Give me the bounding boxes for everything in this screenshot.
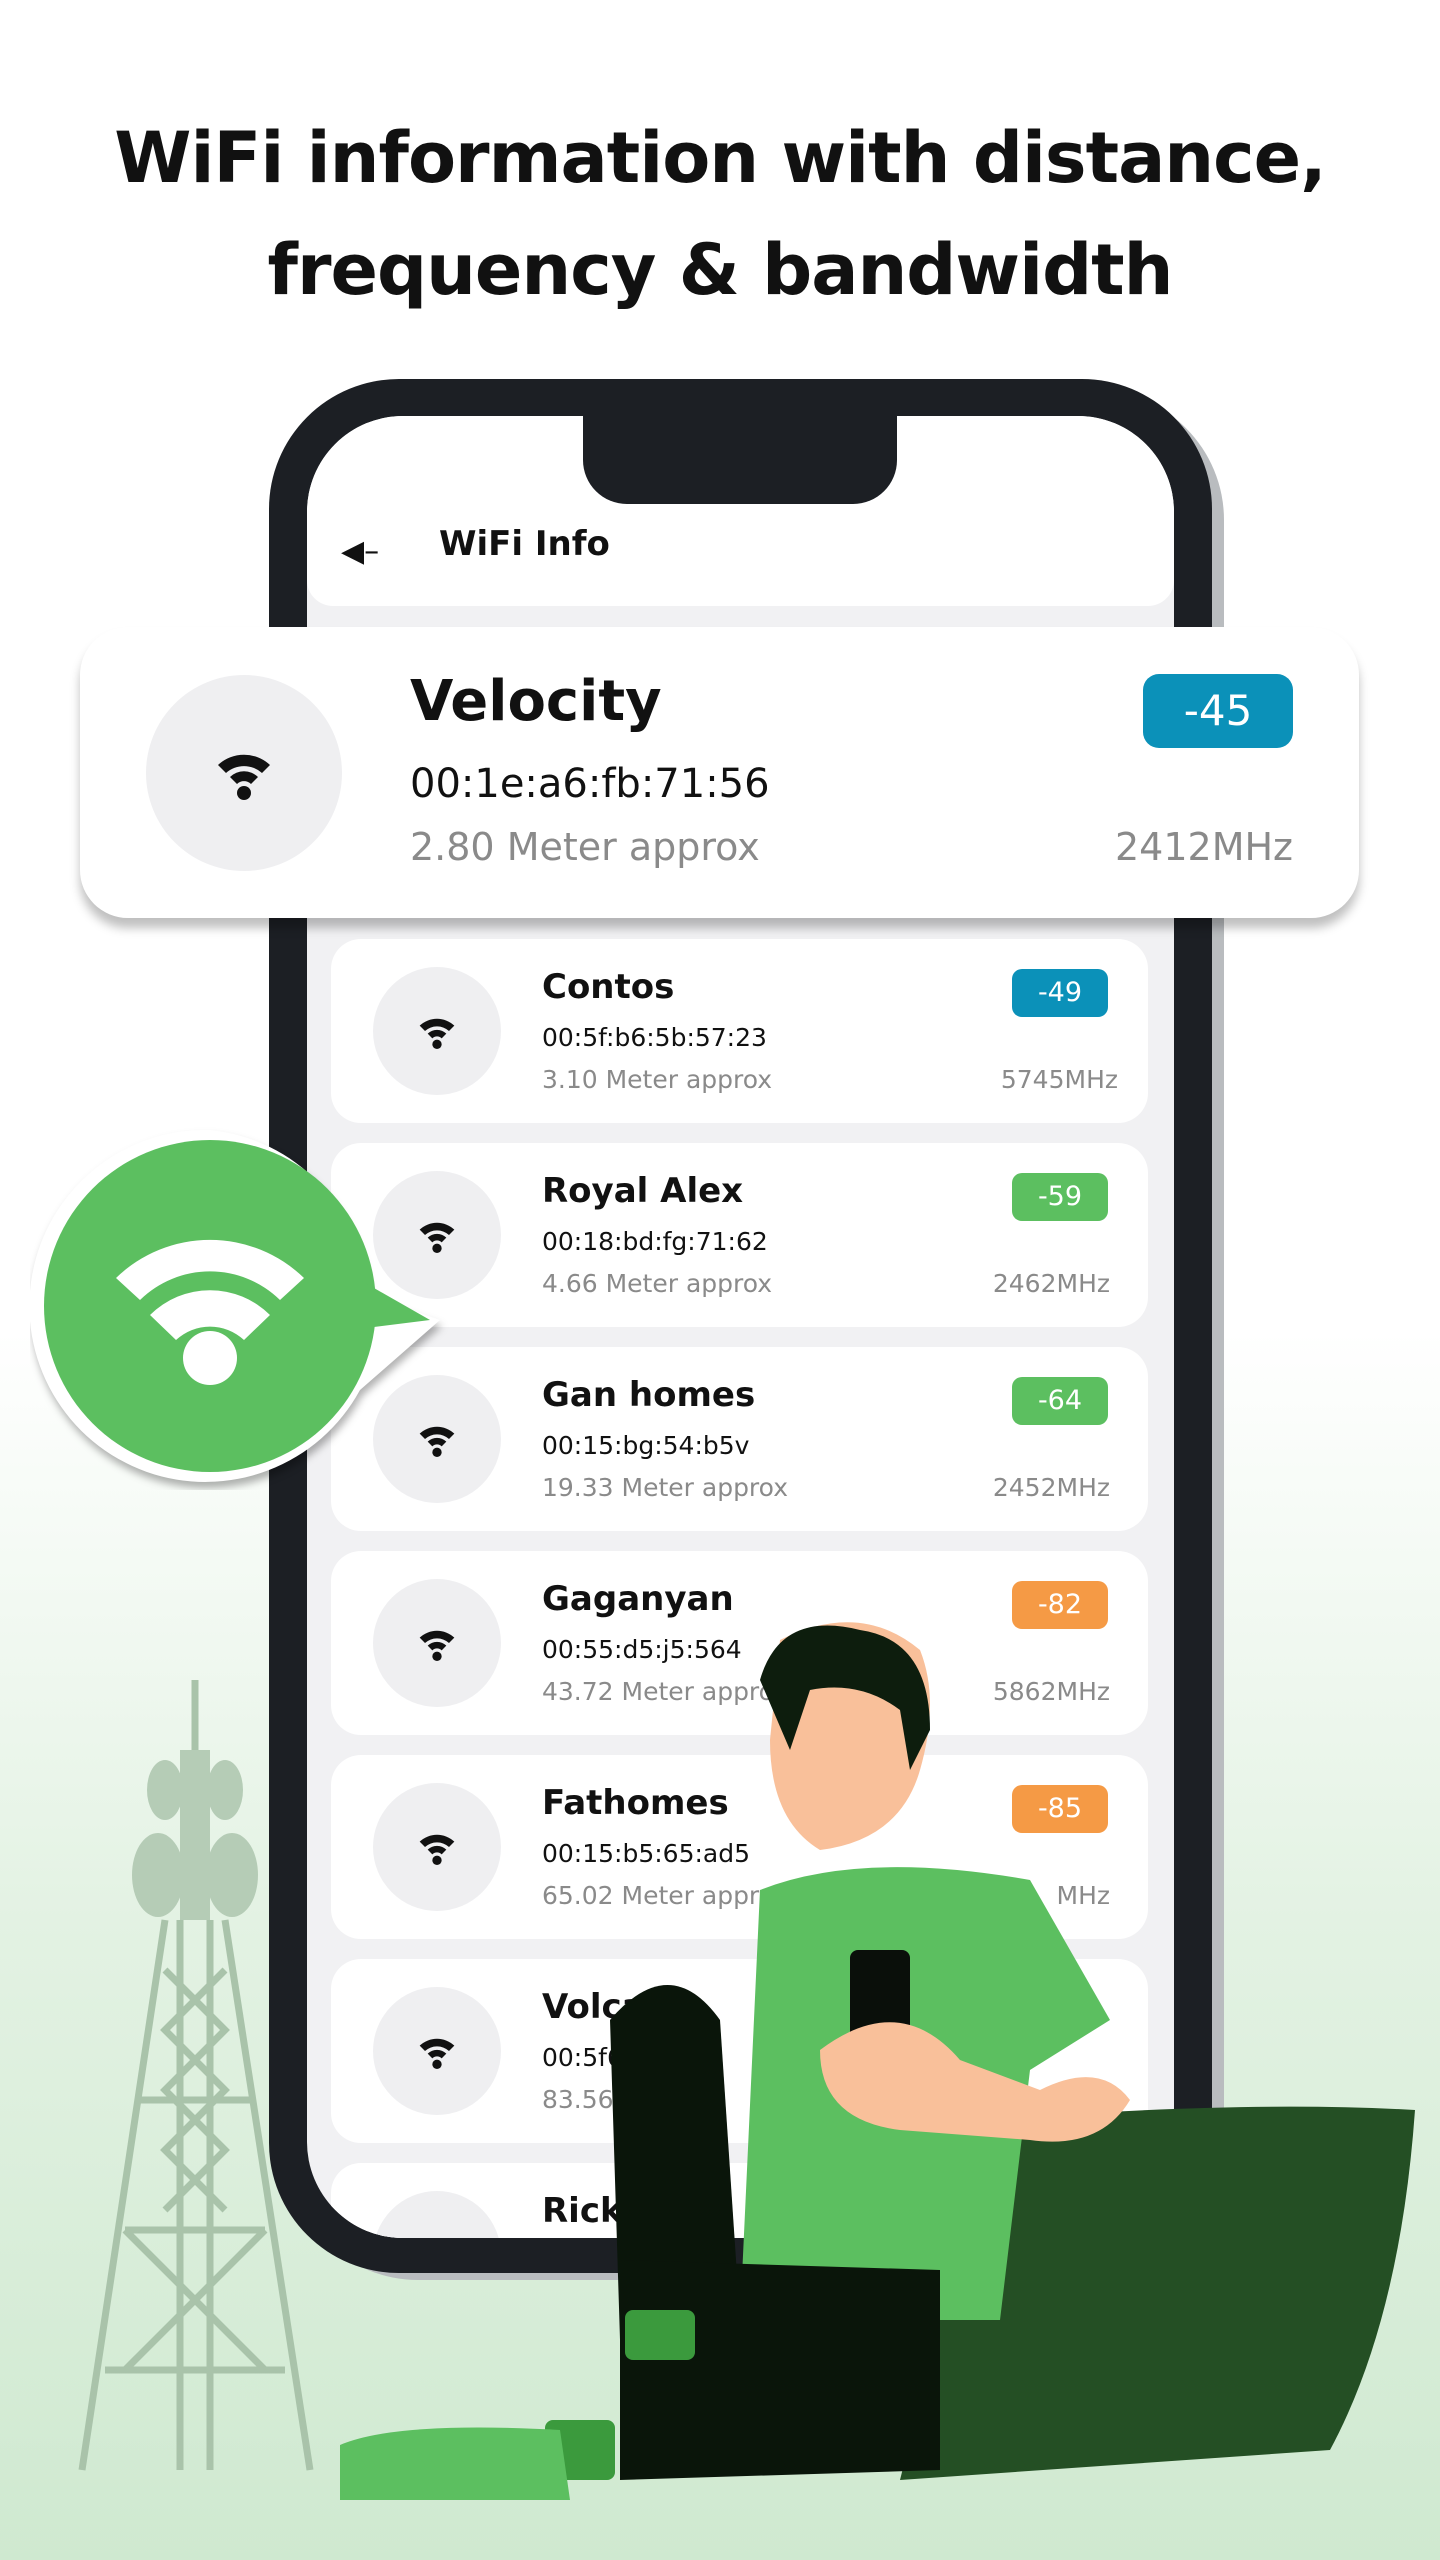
network-name: Contos <box>542 967 675 1007</box>
network-list-item[interactable]: Contos 00:5f:b6:5b:57:23 3.10 Meter approx… <box>331 939 1148 1123</box>
signal-badge: -49 <box>1012 969 1108 1017</box>
person-with-phone-illustration <box>340 1622 1415 2500</box>
mac-address: 00:15:bg:54:b5v <box>542 1431 750 1460</box>
headline-line-1: WiFi information with distance, <box>114 117 1326 199</box>
wifi-icon <box>218 754 270 800</box>
network-name: Gan homes <box>542 1375 756 1415</box>
network-name: Gaganyan <box>542 1579 734 1619</box>
wifi-icon-circle <box>146 675 342 871</box>
distance: 19.33 Meter approx <box>542 1473 788 1502</box>
mac-address: 00:18:bd:fg:71:62 <box>542 1227 768 1256</box>
distance: 4.66 Meter approx <box>542 1269 773 1298</box>
app-title: WiFi Info <box>439 524 610 564</box>
frequency: 2452MHz <box>992 1473 1110 1502</box>
signal-badge: -45 <box>1143 674 1293 748</box>
wifi-icon-circle <box>373 967 501 1095</box>
distance: 3.10 Meter approx <box>542 1065 773 1094</box>
mac-address: 00:1e:a6:fb:71:56 <box>410 761 770 807</box>
network-name: Royal Alex <box>542 1171 744 1211</box>
signal-badge: -64 <box>1012 1377 1108 1425</box>
network-name: Velocity <box>410 669 662 734</box>
signal-badge: -59 <box>1012 1173 1108 1221</box>
phone-notch <box>583 416 897 504</box>
frequency: 5745MHz <box>1000 1065 1118 1094</box>
headline-line-2: frequency & bandwidth <box>267 229 1174 311</box>
featured-network-card[interactable]: Velocity 00:1e:a6:fb:71:56 2.80 Meter ap… <box>80 627 1359 918</box>
mac-address: 00:5f:b6:5b:57:23 <box>542 1023 767 1052</box>
distance: 2.80 Meter approx <box>410 825 760 869</box>
wifi-icon <box>419 1018 455 1049</box>
wifi-speech-bubble <box>30 1129 440 1482</box>
frequency: 2412MHz <box>1114 825 1293 869</box>
back-arrow-icon[interactable]: ◀– <box>341 534 379 569</box>
frequency: 2462MHz <box>992 1269 1110 1298</box>
